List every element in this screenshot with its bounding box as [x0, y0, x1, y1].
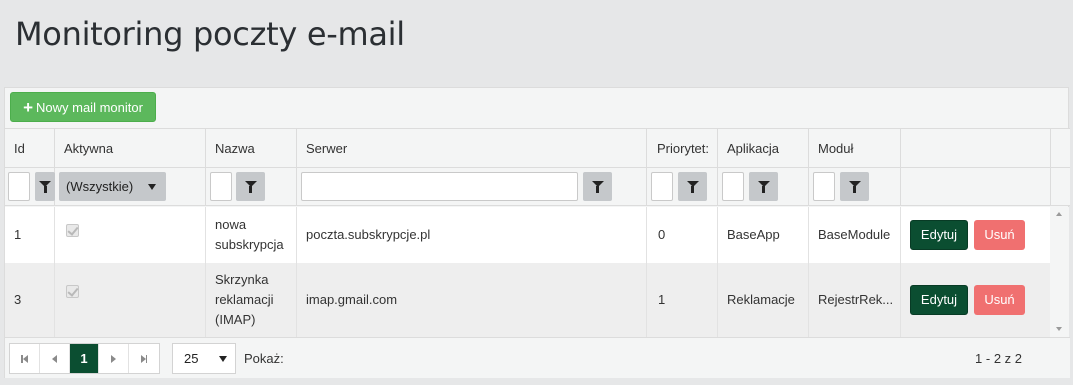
previous-page-button[interactable]	[40, 344, 70, 373]
chevron-left-icon	[51, 354, 57, 363]
filter-cell-id	[5, 168, 55, 205]
filter-module-button[interactable]	[840, 172, 869, 201]
chevron-down-icon	[219, 356, 227, 362]
filter-cell-application	[718, 168, 809, 205]
last-page-button[interactable]	[129, 344, 159, 373]
filter-cell-active: (Wszystkie)	[55, 168, 206, 205]
pager-info: 1 - 2 z 2	[975, 351, 1022, 366]
new-mail-monitor-button[interactable]: + Nowy mail monitor	[10, 92, 156, 122]
filter-active-select[interactable]: (Wszystkie)	[59, 172, 166, 201]
next-page-button[interactable]	[99, 344, 130, 373]
active-checkbox	[66, 284, 79, 298]
column-header-server[interactable]: Serwer	[297, 129, 647, 167]
cell-application: BaseApp	[718, 207, 809, 263]
plus-icon: +	[23, 97, 33, 117]
table-row[interactable]: 1 nowa subskrypcja poczta.subskrypcje.pl…	[5, 207, 1050, 263]
column-header-actions	[901, 129, 1051, 167]
cell-active	[55, 263, 206, 337]
filter-server-input[interactable]	[301, 172, 578, 201]
column-header-name[interactable]: Nazwa	[206, 129, 297, 167]
new-mail-monitor-label: Nowy mail monitor	[36, 99, 143, 115]
cell-name: Skrzynka reklamacji (IMAP)	[206, 263, 297, 337]
mail-monitor-grid-panel: + Nowy mail monitor Id Aktywna Nazwa Ser…	[4, 87, 1070, 378]
page-button-current[interactable]: 1	[69, 344, 100, 373]
column-header-active[interactable]: Aktywna	[55, 129, 206, 167]
first-page-button[interactable]	[10, 344, 40, 373]
filter-active-select-value: (Wszystkie)	[66, 179, 134, 194]
column-header-id[interactable]: Id	[5, 129, 55, 167]
filter-application-input[interactable]	[722, 172, 744, 201]
filter-id-input[interactable]	[8, 172, 30, 201]
cell-application: Reklamacje	[718, 263, 809, 337]
pager: 1 25 Pokaż: 1 - 2 z 2	[5, 337, 1070, 378]
cell-server: poczta.subskrypcje.pl	[297, 207, 647, 263]
grid-header: Id Aktywna Nazwa Serwer Priorytet: Aplik…	[5, 128, 1070, 168]
filter-cell-module	[809, 168, 901, 205]
cell-actions: Edytuj Usuń	[901, 207, 1051, 263]
active-checkbox	[66, 223, 79, 237]
filter-cell-server	[297, 168, 647, 205]
table-row[interactable]: 3 Skrzynka reklamacji (IMAP) imap.gmail.…	[5, 263, 1050, 337]
edit-button[interactable]: Edytuj	[910, 285, 968, 315]
filter-priority-button[interactable]	[678, 172, 707, 201]
grid-toolbar: + Nowy mail monitor	[5, 88, 1068, 128]
filter-icon	[39, 180, 51, 193]
cell-id: 1	[5, 207, 55, 263]
vertical-scrollbar[interactable]	[1050, 207, 1069, 337]
cell-module: RejestrRek...	[809, 263, 901, 337]
cell-name: nowa subskrypcja	[206, 207, 297, 263]
column-header-module[interactable]: Moduł	[809, 129, 901, 167]
scroll-down-icon[interactable]	[1056, 327, 1062, 331]
column-header-priority[interactable]: Priorytet:	[647, 129, 718, 167]
filter-id-button[interactable]	[35, 172, 55, 201]
last-page-icon	[145, 354, 148, 363]
delete-button[interactable]: Usuń	[974, 285, 1025, 315]
edit-button[interactable]: Edytuj	[910, 220, 968, 250]
page-size-value: 25	[184, 351, 199, 366]
chevron-right-icon	[111, 354, 117, 363]
cell-id: 3	[5, 263, 55, 337]
scroll-up-icon[interactable]	[1056, 212, 1062, 216]
page-title: Monitoring poczty e-mail	[15, 15, 405, 53]
column-header-application[interactable]: Aplikacja	[718, 129, 809, 167]
filter-cell-name	[206, 168, 297, 205]
cell-active	[55, 207, 206, 263]
filter-application-button[interactable]	[749, 172, 778, 201]
page-size-select[interactable]: 25	[172, 343, 236, 374]
chevron-down-icon	[148, 184, 156, 190]
filter-cell-actions	[901, 168, 1051, 205]
filter-name-button[interactable]	[236, 172, 265, 201]
filter-priority-input[interactable]	[651, 172, 673, 201]
filter-server-button[interactable]	[583, 172, 612, 201]
cell-server: imap.gmail.com	[297, 263, 647, 337]
delete-button[interactable]: Usuń	[974, 220, 1025, 250]
page-size-label: Pokaż:	[244, 351, 284, 366]
cell-module: BaseModule	[809, 207, 901, 263]
filter-icon	[591, 180, 604, 193]
grid-body: 1 nowa subskrypcja poczta.subskrypcje.pl…	[5, 207, 1070, 337]
filter-icon	[244, 180, 257, 193]
filter-icon	[757, 180, 770, 193]
filter-module-input[interactable]	[813, 172, 835, 201]
cell-priority: 1	[647, 263, 718, 337]
cell-actions: Edytuj Usuń	[901, 263, 1051, 337]
filter-icon	[686, 180, 699, 193]
filter-cell-priority	[647, 168, 718, 205]
first-page-arrow-icon	[22, 354, 28, 363]
filter-icon	[848, 180, 861, 193]
cell-priority: 0	[647, 207, 718, 263]
pager-buttons: 1	[9, 343, 160, 374]
filter-row: (Wszystkie)	[5, 168, 1070, 206]
filter-name-input[interactable]	[210, 172, 232, 201]
